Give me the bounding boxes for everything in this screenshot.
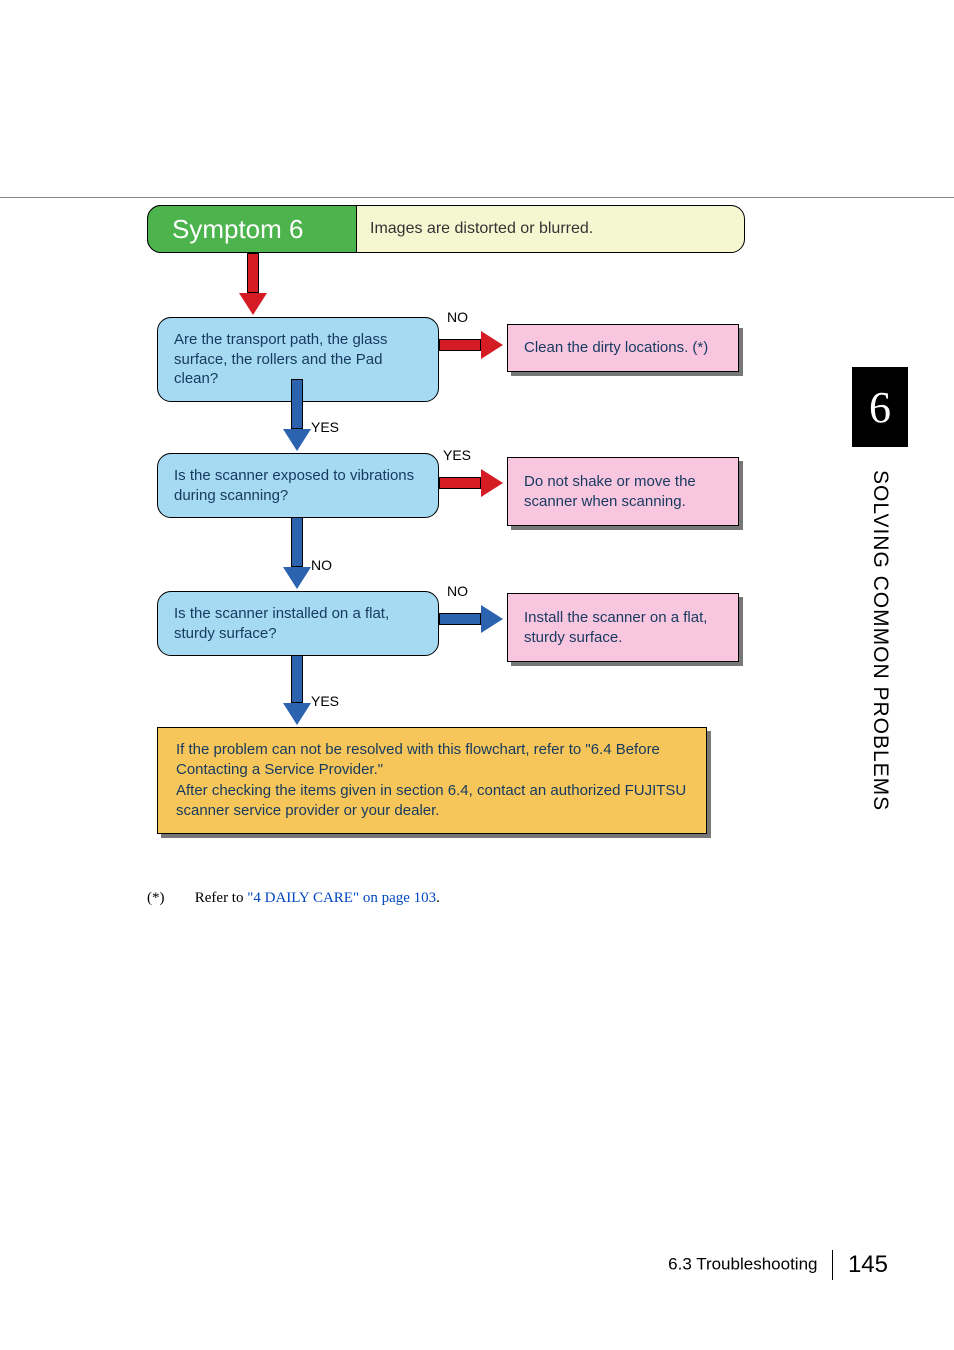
symptom-header: Symptom 6 Images are distorted or blurre… xyxy=(147,205,745,253)
terminal-box: If the problem can not be resolved with … xyxy=(157,727,707,834)
arrow-label-no: NO xyxy=(447,309,468,325)
arrow-label-no: NO xyxy=(311,557,332,573)
decision-q3: Is the scanner installed on a flat, stur… xyxy=(157,591,439,656)
terminal-line2: After checking the items given in sectio… xyxy=(176,781,688,822)
page-number: 145 xyxy=(848,1251,888,1278)
decision-text: Is the scanner installed on a flat, stur… xyxy=(174,605,389,642)
symptom-description: Images are distorted or blurred. xyxy=(370,206,593,252)
action-a3: Install the scanner on a flat, sturdy su… xyxy=(507,593,739,662)
page-footer: 6.3 Troubleshooting 145 xyxy=(668,1250,888,1280)
action-a2: Do not shake or move the scanner when sc… xyxy=(507,457,739,526)
footnote: (*) Refer to "4 DAILY CARE" on page 103. xyxy=(147,890,440,907)
footnote-marker: (*) xyxy=(147,890,191,907)
arrow-label-no: NO xyxy=(447,583,468,599)
action-text: Install the scanner on a flat, sturdy su… xyxy=(524,609,707,646)
action-text: Clean the dirty locations. (*) xyxy=(524,338,708,358)
symptom-badge: Symptom 6 xyxy=(147,205,357,253)
arrow-label-yes: YES xyxy=(311,419,339,435)
footnote-link[interactable]: "4 DAILY CARE" on page 103 xyxy=(247,890,436,906)
terminal-line1: If the problem can not be resolved with … xyxy=(176,740,688,781)
action-text: Do not shake or move the scanner when sc… xyxy=(524,473,696,510)
decision-q2: Is the scanner exposed to vibrations dur… xyxy=(157,453,439,518)
chapter-tab: 6 xyxy=(852,367,908,447)
chapter-number: 6 xyxy=(869,382,891,433)
footnote-suffix: . xyxy=(436,890,440,906)
arrow-label-yes: YES xyxy=(311,693,339,709)
flowchart-area: Symptom 6 Images are distorted or blurre… xyxy=(147,205,749,253)
header-rule xyxy=(0,197,954,198)
decision-text: Are the transport path, the glass surfac… xyxy=(174,331,387,387)
arrow-label-yes: YES xyxy=(443,447,471,463)
footer-separator xyxy=(832,1250,833,1280)
symptom-label: Symptom 6 xyxy=(172,214,304,245)
footnote-prefix: Refer to xyxy=(195,890,247,906)
footer-section: 6.3 Troubleshooting xyxy=(668,1254,817,1273)
action-a1: Clean the dirty locations. (*) xyxy=(507,324,739,372)
decision-text: Is the scanner exposed to vibrations dur… xyxy=(174,467,414,504)
chapter-title: SOLVING COMMON PROBLEMS xyxy=(868,470,892,811)
